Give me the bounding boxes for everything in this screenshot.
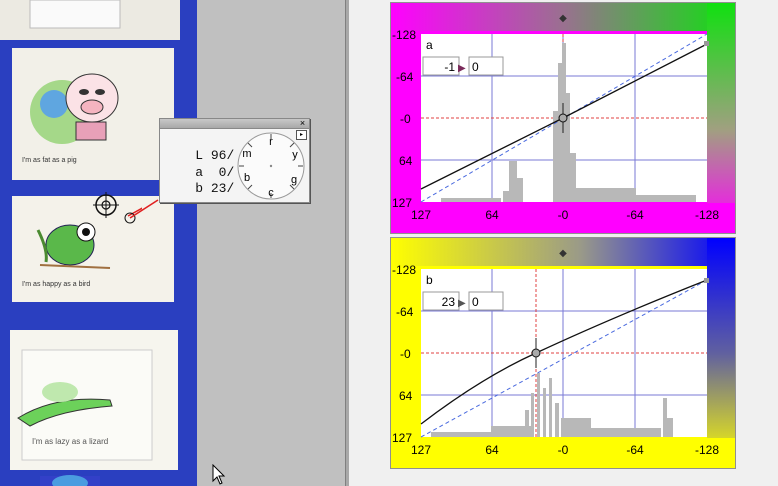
curve-a-top-marker: ◆	[559, 13, 567, 24]
x-tick: 127	[411, 208, 431, 222]
map-arrow-icon: ▶	[458, 63, 466, 74]
x-tick: 64	[485, 208, 499, 222]
input-value-field: -1	[444, 60, 455, 74]
worksheet-caption: I'm as happy as a bird	[22, 281, 91, 288]
worksheet-caption: I'm as lazy as a lizard	[32, 437, 109, 446]
x-tick: -0	[558, 443, 569, 457]
y-tick: 127	[392, 431, 412, 445]
dial-label-r: r	[269, 136, 273, 148]
y-tick: -64	[396, 70, 414, 84]
x-tick: 127	[411, 443, 431, 457]
x-tick: -128	[695, 443, 719, 457]
worksheet-caption: I'm as fat as a pig	[22, 157, 77, 164]
readout-titlebar[interactable]	[160, 119, 309, 129]
x-tick: 64	[485, 443, 499, 457]
close-icon[interactable]: ×	[298, 119, 307, 128]
photo-canvas[interactable]: I'm as fat as a pig I'm as happy as a bi…	[0, 0, 197, 486]
color-readout-panel[interactable]: × ▸ L 96/ 96 a 0/ 1 b 23/ 0 r y g c b m	[159, 118, 310, 203]
channel-label: b	[426, 273, 433, 287]
y-tick: -0	[400, 112, 411, 126]
worksheet-photo	[0, 0, 197, 486]
map-arrow-icon: ▶	[458, 298, 466, 309]
y-tick: -64	[396, 305, 414, 319]
dial-label-g: g	[291, 174, 297, 186]
output-value-field: 0	[472, 295, 479, 309]
curves-panel: ◆ -128 -64 -0 64 127 127 64 -0 -64 -128 …	[350, 0, 778, 486]
y-tick: 127	[392, 196, 412, 210]
y-tick: -0	[400, 347, 411, 361]
y-tick: -128	[392, 28, 416, 42]
curve-b-editor[interactable]: ◆ -128 -64 -0 64 127 127 64 -0 -64 -128 …	[391, 238, 735, 468]
channel-label: b	[195, 181, 204, 196]
y-tick: 64	[399, 154, 413, 168]
hue-dial: r y g c b m	[237, 132, 305, 200]
dial-label-b: b	[244, 172, 250, 184]
mouse-pointer-icon	[212, 464, 226, 485]
x-tick: -64	[626, 443, 644, 457]
x-tick: -64	[626, 208, 644, 222]
input-value-field: 23	[442, 295, 456, 309]
y-tick: 64	[399, 389, 413, 403]
curve-a-editor[interactable]: ◆ -128 -64 -0 64 127 127 64 -0 -64 -128 …	[391, 3, 735, 233]
dial-label-m: m	[242, 148, 251, 160]
y-tick: -128	[392, 263, 416, 277]
sampler-leader-line	[129, 199, 159, 219]
output-value-field: 0	[472, 60, 479, 74]
channel-label: a	[426, 38, 433, 52]
curve-a-frame: ◆ -128 -64 -0 64 127 127 64 -0 -64 -128 …	[390, 2, 736, 234]
canvas-background	[197, 0, 345, 486]
curve-b-frame: ◆ -128 -64 -0 64 127 127 64 -0 -64 -128 …	[390, 237, 736, 469]
dial-label-c: c	[268, 187, 274, 199]
x-tick: -128	[695, 208, 719, 222]
dial-label-y: y	[292, 149, 298, 161]
curve-b-top-marker: ◆	[559, 248, 567, 259]
x-tick: -0	[558, 208, 569, 222]
